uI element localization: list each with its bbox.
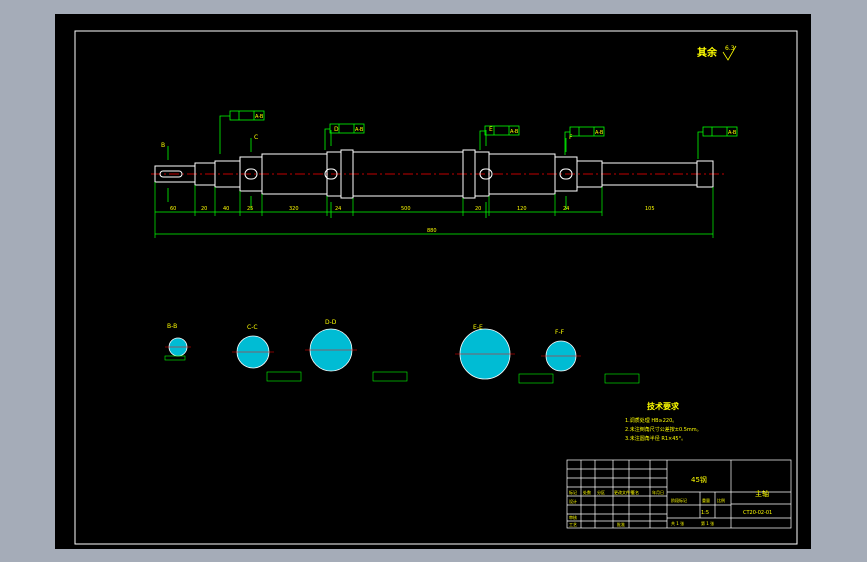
tb-label-design: 设计: [569, 498, 577, 504]
cut-label-e: E: [489, 126, 493, 133]
dim-25: 25: [247, 206, 253, 212]
tb-label-weight: 重量: [702, 497, 710, 503]
dim-40: 40: [223, 206, 229, 212]
tb-label-scale: 比例: [717, 497, 725, 503]
cut-label-f: F: [569, 134, 573, 141]
section-view-f: F-F: [541, 329, 640, 384]
tb-label-sheets-total: 共 1 张: [671, 520, 684, 526]
tb-label-date: 年月日: [652, 489, 664, 495]
dim-500: 500: [401, 206, 411, 212]
cut-label-c: C: [254, 134, 258, 141]
cad-drawing: 其余 6.3 B C D E F A-B A-B A-B A-B A-B 60 …: [74, 30, 798, 545]
dimension-texts: 60 20 40 25 320 24 500 20 120 24 105 880: [170, 206, 655, 234]
dim-120: 120: [517, 206, 527, 212]
section-title-d: D-D: [325, 319, 337, 326]
tb-label-review: 审核: [569, 514, 577, 520]
tb-label-approve: 批准: [617, 521, 625, 527]
tb-label-zone: 分区: [597, 489, 605, 495]
section-view-d: D-D: [305, 319, 408, 382]
section-title-f: F-F: [555, 329, 565, 336]
shaft-main-view: [151, 149, 725, 199]
section-view-b: B-B: [164, 323, 191, 361]
tb-label-stage: 阶段标记: [671, 497, 687, 503]
cut-label-d: D: [334, 126, 339, 133]
cut-label-b: B: [161, 142, 165, 149]
tb-label-mark: 标记: [569, 489, 577, 495]
title-block-texts: 45钢 主轴 CT20-02-01 1:5 标记 处数 分区 更改文件号 签名 …: [569, 475, 772, 527]
tb-part-name: 主轴: [755, 489, 769, 498]
tech-req-item-1: 1.调质处理 HB≥220。: [625, 417, 677, 424]
datum-ref-2: A-B: [355, 127, 364, 133]
section-title-c: C-C: [247, 324, 258, 331]
tb-drawing-no: CT20-02-01: [743, 510, 772, 516]
tech-req-item-3: 3.未注圆角半径 R1×45°。: [625, 435, 686, 442]
tb-label-sign: 签名: [631, 489, 639, 495]
tb-label-count: 处数: [583, 489, 591, 495]
tolerance-datums: A-B A-B A-B A-B A-B: [255, 114, 737, 136]
datum-ref-3: A-B: [510, 129, 519, 135]
section-views: B-B C-C D-D E-E F-F: [164, 319, 640, 384]
tb-label-sheet-no: 第 1 张: [701, 520, 714, 526]
dim-20-right: 20: [475, 206, 481, 212]
datum-ref-1: A-B: [255, 114, 264, 120]
datum-ref-5: A-B: [728, 130, 737, 136]
tech-req-title: 技术要求: [647, 401, 680, 411]
section-title-b: B-B: [167, 323, 177, 330]
dim-20: 20: [201, 206, 207, 212]
surface-finish-note: 其余 6.3: [697, 45, 737, 61]
inner-frame: [74, 30, 798, 545]
dim-60: 60: [170, 206, 176, 212]
section-view-e: E-E: [455, 324, 554, 384]
dim-320: 320: [289, 206, 299, 212]
section-view-c: C-C: [232, 324, 302, 382]
tb-material: 45钢: [691, 475, 707, 484]
tech-req-item-2: 2.未注倒角尺寸公差按±0.5mm。: [625, 426, 702, 433]
dim-overall: 880: [427, 228, 437, 234]
tb-label-process: 工艺: [569, 522, 577, 527]
dim-105: 105: [645, 206, 655, 212]
datum-ref-4: A-B: [595, 130, 604, 136]
dim-24-right: 24: [563, 206, 569, 212]
section-title-e: E-E: [473, 324, 483, 331]
technical-requirements: 技术要求 1.调质处理 HB≥220。 2.未注倒角尺寸公差按±0.5mm。 3…: [625, 401, 702, 442]
tb-scale: 1:5: [701, 510, 709, 516]
surface-finish-label: 其余: [697, 46, 718, 59]
dim-24-left: 24: [335, 206, 341, 212]
drawing-sheet: 其余 6.3 B C D E F A-B A-B A-B A-B A-B 60 …: [55, 14, 811, 549]
